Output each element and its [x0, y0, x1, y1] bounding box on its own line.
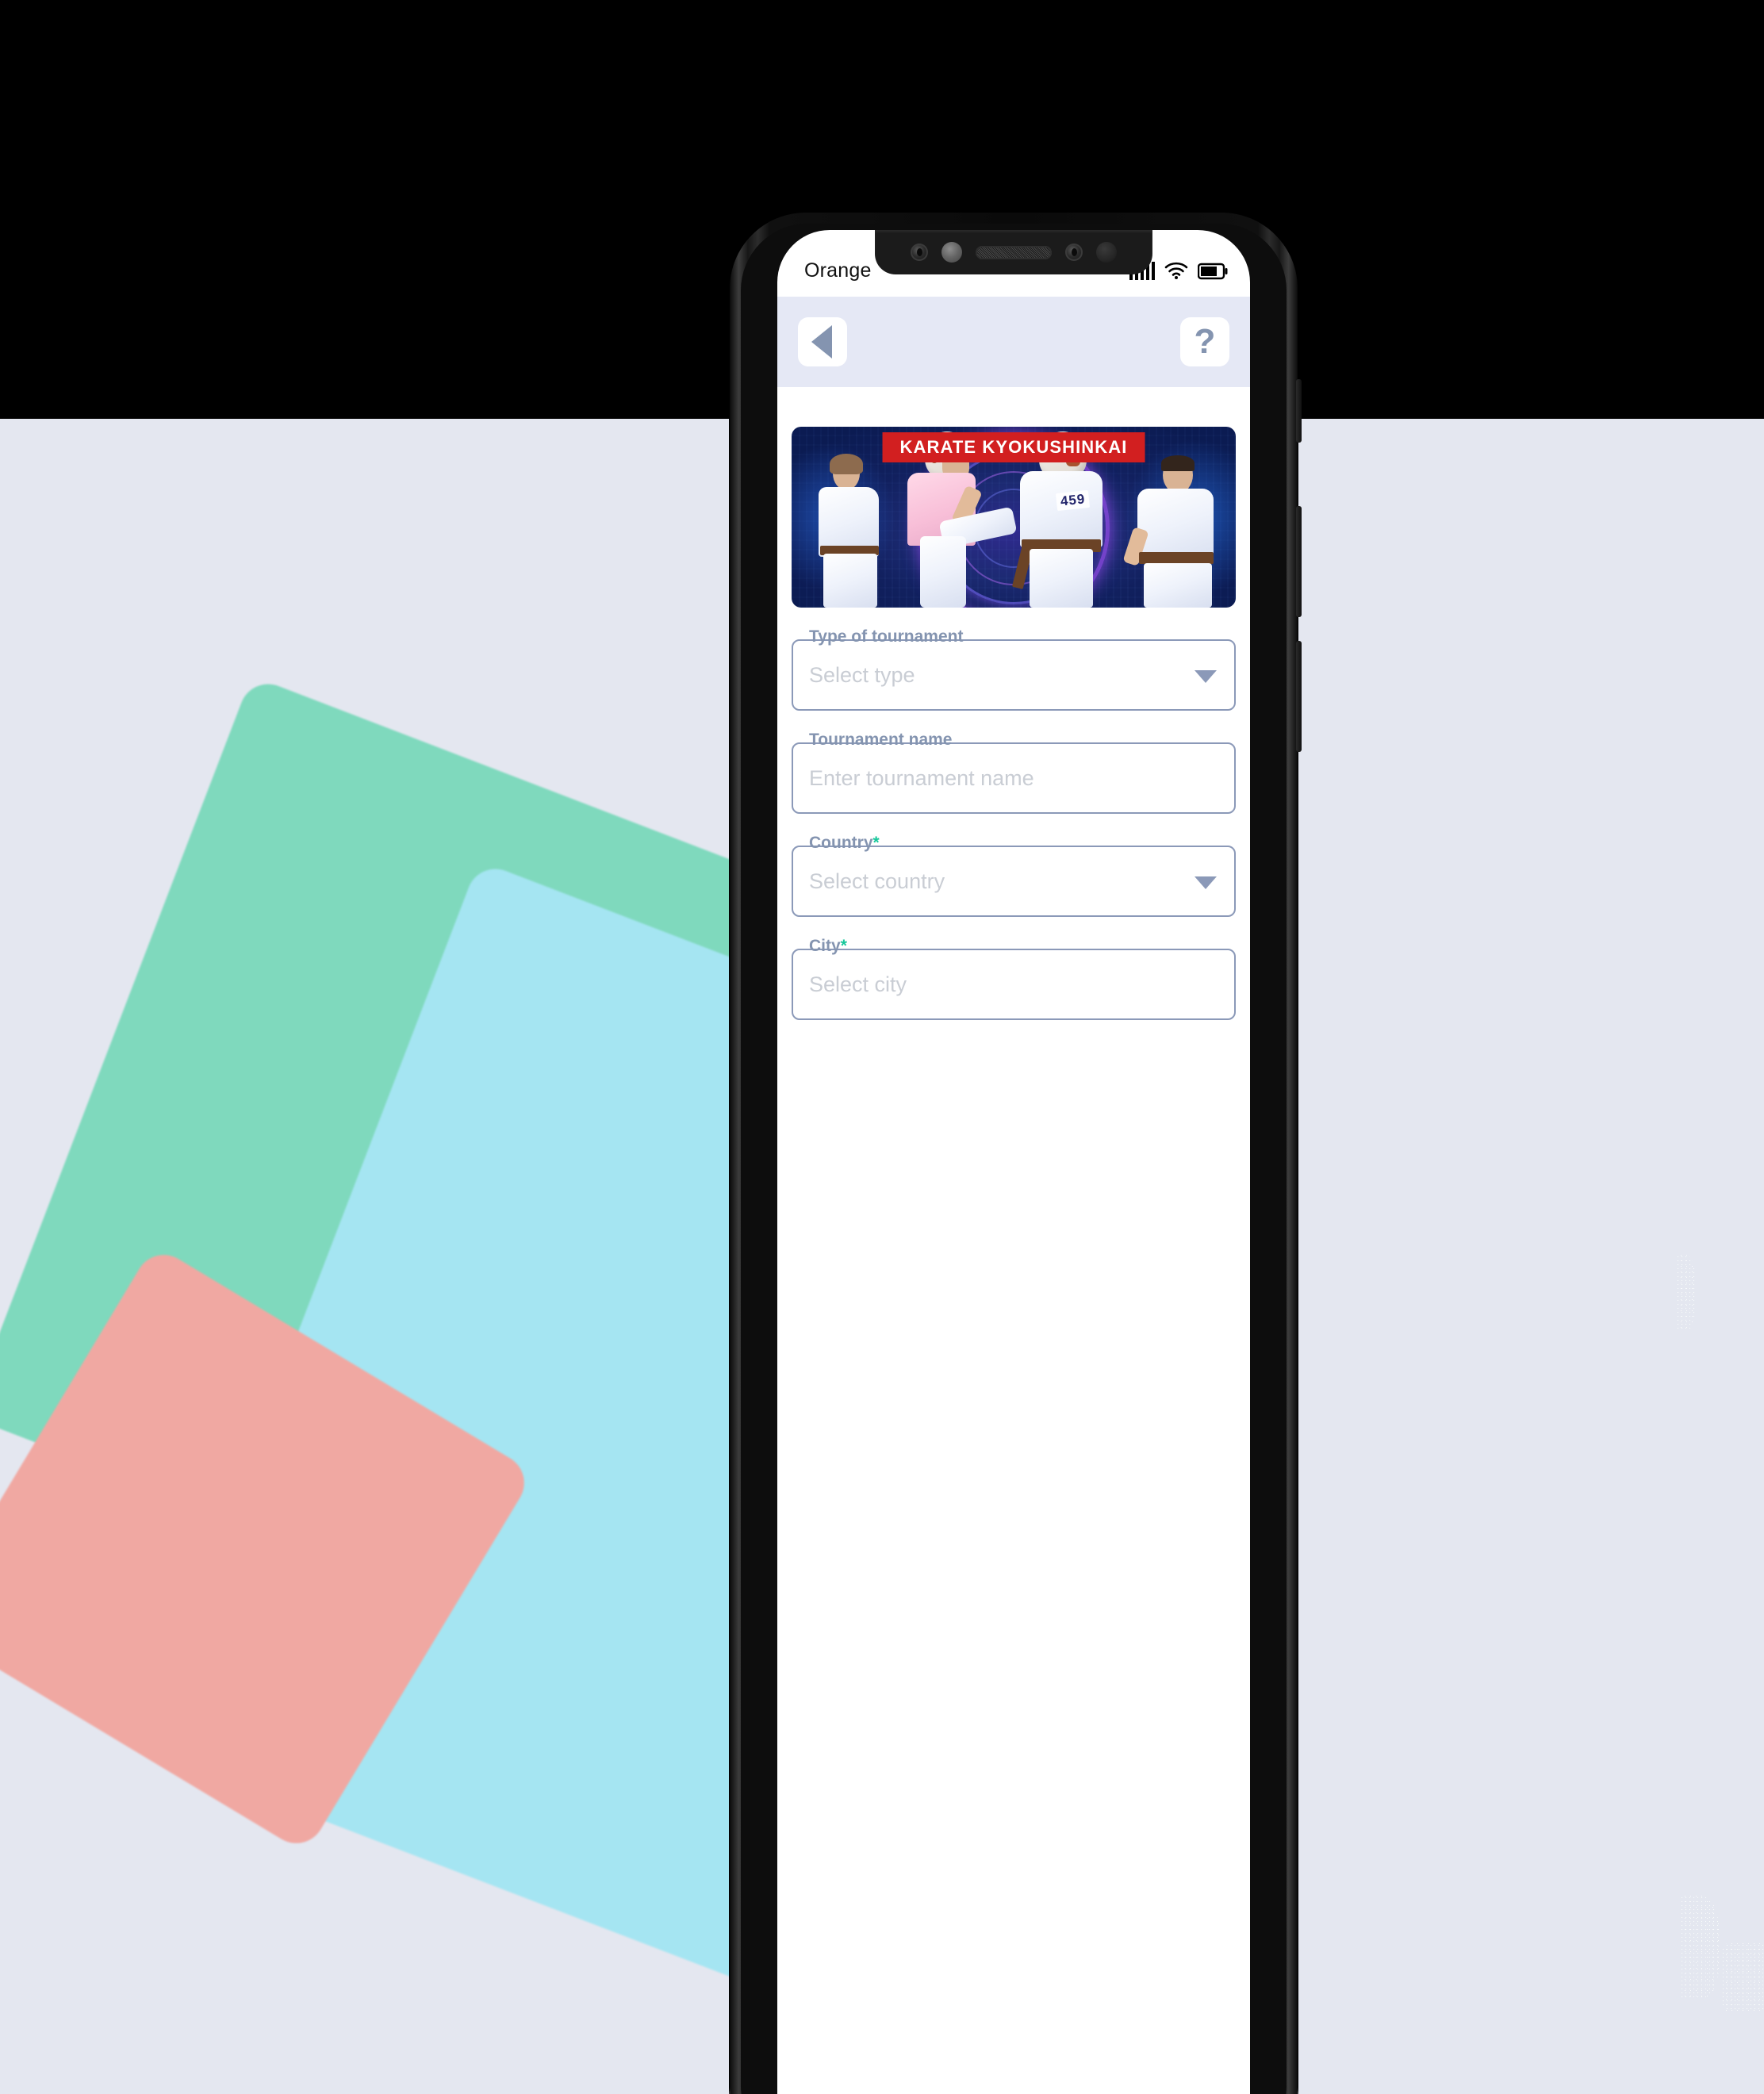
wifi-icon: [1164, 262, 1188, 279]
label-text: Type of tournament: [809, 627, 964, 646]
back-triangle-icon: [811, 325, 832, 359]
banner-title-chip: KARATE KYOKUSHINKAI: [882, 432, 1145, 462]
app-bar: ?: [777, 297, 1250, 387]
chevron-down-icon: [1195, 670, 1217, 683]
tournament-banner-image: 459 KARATE KYOKUSHINKAI: [792, 427, 1236, 608]
label-text: Tournament name: [809, 731, 953, 749]
input-tournament-name[interactable]: Enter tournament name: [792, 742, 1236, 814]
athlete-number-patch: 459: [1055, 489, 1091, 512]
ambient-light-sensor-icon: [1065, 244, 1083, 261]
chevron-down-icon: [1195, 876, 1217, 889]
banner-title-text: KARATE KYOKUSHINKAI: [899, 437, 1128, 457]
screenshot-canvas: Orange ? 459 KARATE KYOKUSHINKAI Type of…: [0, 0, 1764, 2094]
label-text: Country: [809, 834, 873, 852]
input-city[interactable]: Select city: [792, 949, 1236, 1020]
proximity-sensor-icon: [911, 244, 928, 261]
label-city: City*: [809, 937, 847, 956]
label-text: City: [809, 937, 841, 955]
secondary-camera-icon: [1096, 242, 1117, 263]
phone-side-button-top[interactable]: [1296, 379, 1302, 443]
question-mark-icon: ?: [1194, 322, 1216, 361]
fighter-male-right: [1122, 455, 1233, 608]
dropdown-type-of-tournament[interactable]: Select type: [792, 639, 1236, 711]
placeholder-tournament-name: Enter tournament name: [809, 765, 1034, 790]
required-asterisk: *: [840, 937, 847, 955]
back-button[interactable]: [798, 317, 847, 366]
placeholder-city: Select city: [809, 972, 907, 996]
phone-screen: Orange ? 459 KARATE KYOKUSHINKAI Type of…: [777, 230, 1250, 2094]
field-country: Country* Select country: [792, 834, 1236, 917]
phone-notch: [875, 230, 1152, 274]
fighter-female-left: [809, 452, 898, 608]
placeholder-country: Select country: [809, 869, 945, 893]
battery-icon: [1198, 263, 1228, 280]
field-type-of-tournament: Type of tournament Select type: [792, 627, 1236, 711]
screen-content: 459 KARATE KYOKUSHINKAI Type of tourname…: [777, 387, 1250, 2094]
carrier-label: Orange: [804, 259, 872, 282]
field-tournament-name: Tournament name Enter tournament name: [792, 731, 1236, 814]
field-city: City* Select city: [792, 937, 1236, 1020]
required-asterisk: *: [872, 834, 880, 852]
placeholder-type-of-tournament: Select type: [809, 662, 915, 687]
label-tournament-name: Tournament name: [809, 731, 952, 750]
phone-side-button-volume-down[interactable]: [1296, 641, 1302, 752]
tournament-form: Type of tournament Select type Tournamen…: [777, 608, 1250, 1020]
label-type-of-tournament: Type of tournament: [809, 627, 963, 646]
front-camera-icon: [941, 242, 962, 263]
phone-side-button-volume-up[interactable]: [1296, 506, 1302, 617]
help-button[interactable]: ?: [1180, 317, 1229, 366]
phone-mockup: Orange ? 459 KARATE KYOKUSHINKAI Type of…: [730, 213, 1302, 2094]
dropdown-country[interactable]: Select country: [792, 846, 1236, 917]
label-country: Country*: [809, 834, 880, 853]
earpiece-speaker-icon: [976, 245, 1052, 259]
